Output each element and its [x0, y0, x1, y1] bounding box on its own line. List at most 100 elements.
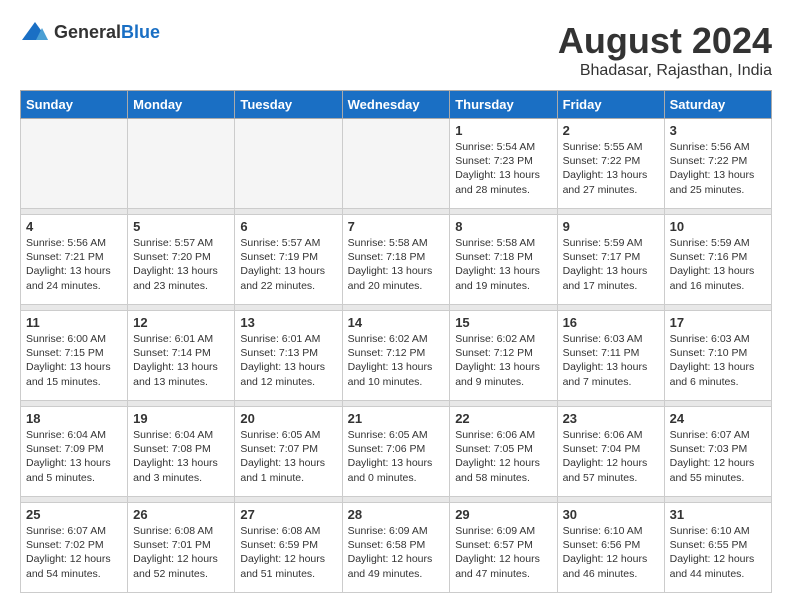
day-info: Sunrise: 6:09 AM Sunset: 6:57 PM Dayligh…	[455, 524, 551, 581]
calendar-day: 2 Sunrise: 5:55 AM Sunset: 7:22 PM Daylig…	[557, 119, 664, 209]
calendar-day: 12 Sunrise: 6:01 AM Sunset: 7:14 PM Dayli…	[128, 311, 235, 401]
day-info: Sunrise: 6:04 AM Sunset: 7:08 PM Dayligh…	[133, 428, 229, 485]
calendar-week-row: 4 Sunrise: 5:56 AM Sunset: 7:21 PM Daylig…	[21, 215, 772, 305]
calendar-week-row: 18Sunrise: 6:04 AM Sunset: 7:09 PM Dayli…	[21, 407, 772, 497]
calendar-day: 27 Sunrise: 6:08 AM Sunset: 6:59 PM Dayli…	[235, 503, 342, 593]
day-number: 25	[26, 507, 122, 522]
calendar-day: 24 Sunrise: 6:07 AM Sunset: 7:03 PM Dayli…	[664, 407, 771, 497]
calendar-day: 26 Sunrise: 6:08 AM Sunset: 7:01 PM Dayli…	[128, 503, 235, 593]
calendar-day: 9 Sunrise: 5:59 AM Sunset: 7:17 PM Daylig…	[557, 215, 664, 305]
day-number: 11	[26, 315, 122, 330]
day-info: Sunrise: 6:03 AM Sunset: 7:10 PM Dayligh…	[670, 332, 766, 389]
day-info: Sunrise: 6:08 AM Sunset: 6:59 PM Dayligh…	[240, 524, 336, 581]
day-info: Sunrise: 5:57 AM Sunset: 7:19 PM Dayligh…	[240, 236, 336, 293]
logo-general: General	[54, 22, 121, 42]
day-info: Sunrise: 5:56 AM Sunset: 7:22 PM Dayligh…	[670, 140, 766, 197]
calendar-week-row: 11 Sunrise: 6:00 AM Sunset: 7:15 PM Dayli…	[21, 311, 772, 401]
day-number: 22	[455, 411, 551, 426]
location: Bhadasar, Rajasthan, India	[558, 62, 772, 80]
weekday-header: Wednesday	[342, 91, 450, 119]
calendar-day: 3 Sunrise: 5:56 AM Sunset: 7:22 PM Daylig…	[664, 119, 771, 209]
day-number: 16	[563, 315, 659, 330]
day-number: 27	[240, 507, 336, 522]
day-number: 29	[455, 507, 551, 522]
weekday-header: Saturday	[664, 91, 771, 119]
title-block: August 2024 Bhadasar, Rajasthan, India	[558, 20, 772, 80]
day-number: 1	[455, 123, 551, 138]
day-info: Sunrise: 5:56 AM Sunset: 7:21 PM Dayligh…	[26, 236, 122, 293]
day-info: Sunrise: 6:00 AM Sunset: 7:15 PM Dayligh…	[26, 332, 122, 389]
day-info: Sunrise: 6:01 AM Sunset: 7:13 PM Dayligh…	[240, 332, 336, 389]
calendar: SundayMondayTuesdayWednesdayThursdayFrid…	[20, 90, 772, 593]
day-number: 5	[133, 219, 229, 234]
day-info: Sunrise: 6:07 AM Sunset: 7:02 PM Dayligh…	[26, 524, 122, 581]
month-year: August 2024	[558, 20, 772, 62]
calendar-day: 22 Sunrise: 6:06 AM Sunset: 7:05 PM Dayli…	[450, 407, 557, 497]
day-number: 26	[133, 507, 229, 522]
day-info: Sunrise: 6:02 AM Sunset: 7:12 PM Dayligh…	[348, 332, 445, 389]
page-header: GeneralBlue August 2024 Bhadasar, Rajast…	[20, 20, 772, 80]
calendar-day: 23Sunrise: 6:06 AM Sunset: 7:04 PM Dayli…	[557, 407, 664, 497]
day-number: 28	[348, 507, 445, 522]
day-info: Sunrise: 6:05 AM Sunset: 7:06 PM Dayligh…	[348, 428, 445, 485]
day-number: 21	[348, 411, 445, 426]
calendar-day: 5Sunrise: 5:57 AM Sunset: 7:20 PM Daylig…	[128, 215, 235, 305]
day-info: Sunrise: 6:09 AM Sunset: 6:58 PM Dayligh…	[348, 524, 445, 581]
day-number: 9	[563, 219, 659, 234]
day-number: 24	[670, 411, 766, 426]
day-number: 3	[670, 123, 766, 138]
calendar-day: 1 Sunrise: 5:54 AM Sunset: 7:23 PM Daylig…	[450, 119, 557, 209]
calendar-day: 4 Sunrise: 5:56 AM Sunset: 7:21 PM Daylig…	[21, 215, 128, 305]
day-info: Sunrise: 5:54 AM Sunset: 7:23 PM Dayligh…	[455, 140, 551, 197]
day-number: 8	[455, 219, 551, 234]
weekday-header: Thursday	[450, 91, 557, 119]
calendar-day: 17 Sunrise: 6:03 AM Sunset: 7:10 PM Dayli…	[664, 311, 771, 401]
day-number: 13	[240, 315, 336, 330]
weekday-header: Sunday	[21, 91, 128, 119]
logo-blue: Blue	[121, 22, 160, 42]
day-info: Sunrise: 6:02 AM Sunset: 7:12 PM Dayligh…	[455, 332, 551, 389]
day-info: Sunrise: 6:05 AM Sunset: 7:07 PM Dayligh…	[240, 428, 336, 485]
calendar-day: 7 Sunrise: 5:58 AM Sunset: 7:18 PM Daylig…	[342, 215, 450, 305]
day-info: Sunrise: 5:59 AM Sunset: 7:16 PM Dayligh…	[670, 236, 766, 293]
calendar-day: 10 Sunrise: 5:59 AM Sunset: 7:16 PM Dayli…	[664, 215, 771, 305]
day-number: 17	[670, 315, 766, 330]
day-info: Sunrise: 5:59 AM Sunset: 7:17 PM Dayligh…	[563, 236, 659, 293]
calendar-day: 28 Sunrise: 6:09 AM Sunset: 6:58 PM Dayli…	[342, 503, 450, 593]
calendar-day: 25 Sunrise: 6:07 AM Sunset: 7:02 PM Dayli…	[21, 503, 128, 593]
calendar-day	[235, 119, 342, 209]
day-number: 10	[670, 219, 766, 234]
day-info: Sunrise: 5:55 AM Sunset: 7:22 PM Dayligh…	[563, 140, 659, 197]
day-info: Sunrise: 6:01 AM Sunset: 7:14 PM Dayligh…	[133, 332, 229, 389]
day-info: Sunrise: 6:10 AM Sunset: 6:55 PM Dayligh…	[670, 524, 766, 581]
day-number: 23	[563, 411, 659, 426]
calendar-day: 30Sunrise: 6:10 AM Sunset: 6:56 PM Dayli…	[557, 503, 664, 593]
day-number: 18	[26, 411, 122, 426]
calendar-day	[128, 119, 235, 209]
weekday-header: Tuesday	[235, 91, 342, 119]
weekday-header-row: SundayMondayTuesdayWednesdayThursdayFrid…	[21, 91, 772, 119]
calendar-day: 13 Sunrise: 6:01 AM Sunset: 7:13 PM Dayli…	[235, 311, 342, 401]
logo-icon	[20, 20, 50, 45]
calendar-week-row: 1 Sunrise: 5:54 AM Sunset: 7:23 PM Daylig…	[21, 119, 772, 209]
calendar-day: 11 Sunrise: 6:00 AM Sunset: 7:15 PM Dayli…	[21, 311, 128, 401]
weekday-header: Monday	[128, 91, 235, 119]
calendar-day: 19Sunrise: 6:04 AM Sunset: 7:08 PM Dayli…	[128, 407, 235, 497]
day-info: Sunrise: 6:06 AM Sunset: 7:05 PM Dayligh…	[455, 428, 551, 485]
day-number: 15	[455, 315, 551, 330]
day-number: 12	[133, 315, 229, 330]
weekday-header: Friday	[557, 91, 664, 119]
calendar-day: 29 Sunrise: 6:09 AM Sunset: 6:57 PM Dayli…	[450, 503, 557, 593]
calendar-day: 16Sunrise: 6:03 AM Sunset: 7:11 PM Dayli…	[557, 311, 664, 401]
day-info: Sunrise: 6:08 AM Sunset: 7:01 PM Dayligh…	[133, 524, 229, 581]
day-number: 2	[563, 123, 659, 138]
day-number: 31	[670, 507, 766, 522]
calendar-day: 18Sunrise: 6:04 AM Sunset: 7:09 PM Dayli…	[21, 407, 128, 497]
day-info: Sunrise: 5:58 AM Sunset: 7:18 PM Dayligh…	[348, 236, 445, 293]
day-number: 14	[348, 315, 445, 330]
day-number: 4	[26, 219, 122, 234]
day-info: Sunrise: 6:07 AM Sunset: 7:03 PM Dayligh…	[670, 428, 766, 485]
day-number: 7	[348, 219, 445, 234]
calendar-day: 21 Sunrise: 6:05 AM Sunset: 7:06 PM Dayli…	[342, 407, 450, 497]
day-number: 20	[240, 411, 336, 426]
